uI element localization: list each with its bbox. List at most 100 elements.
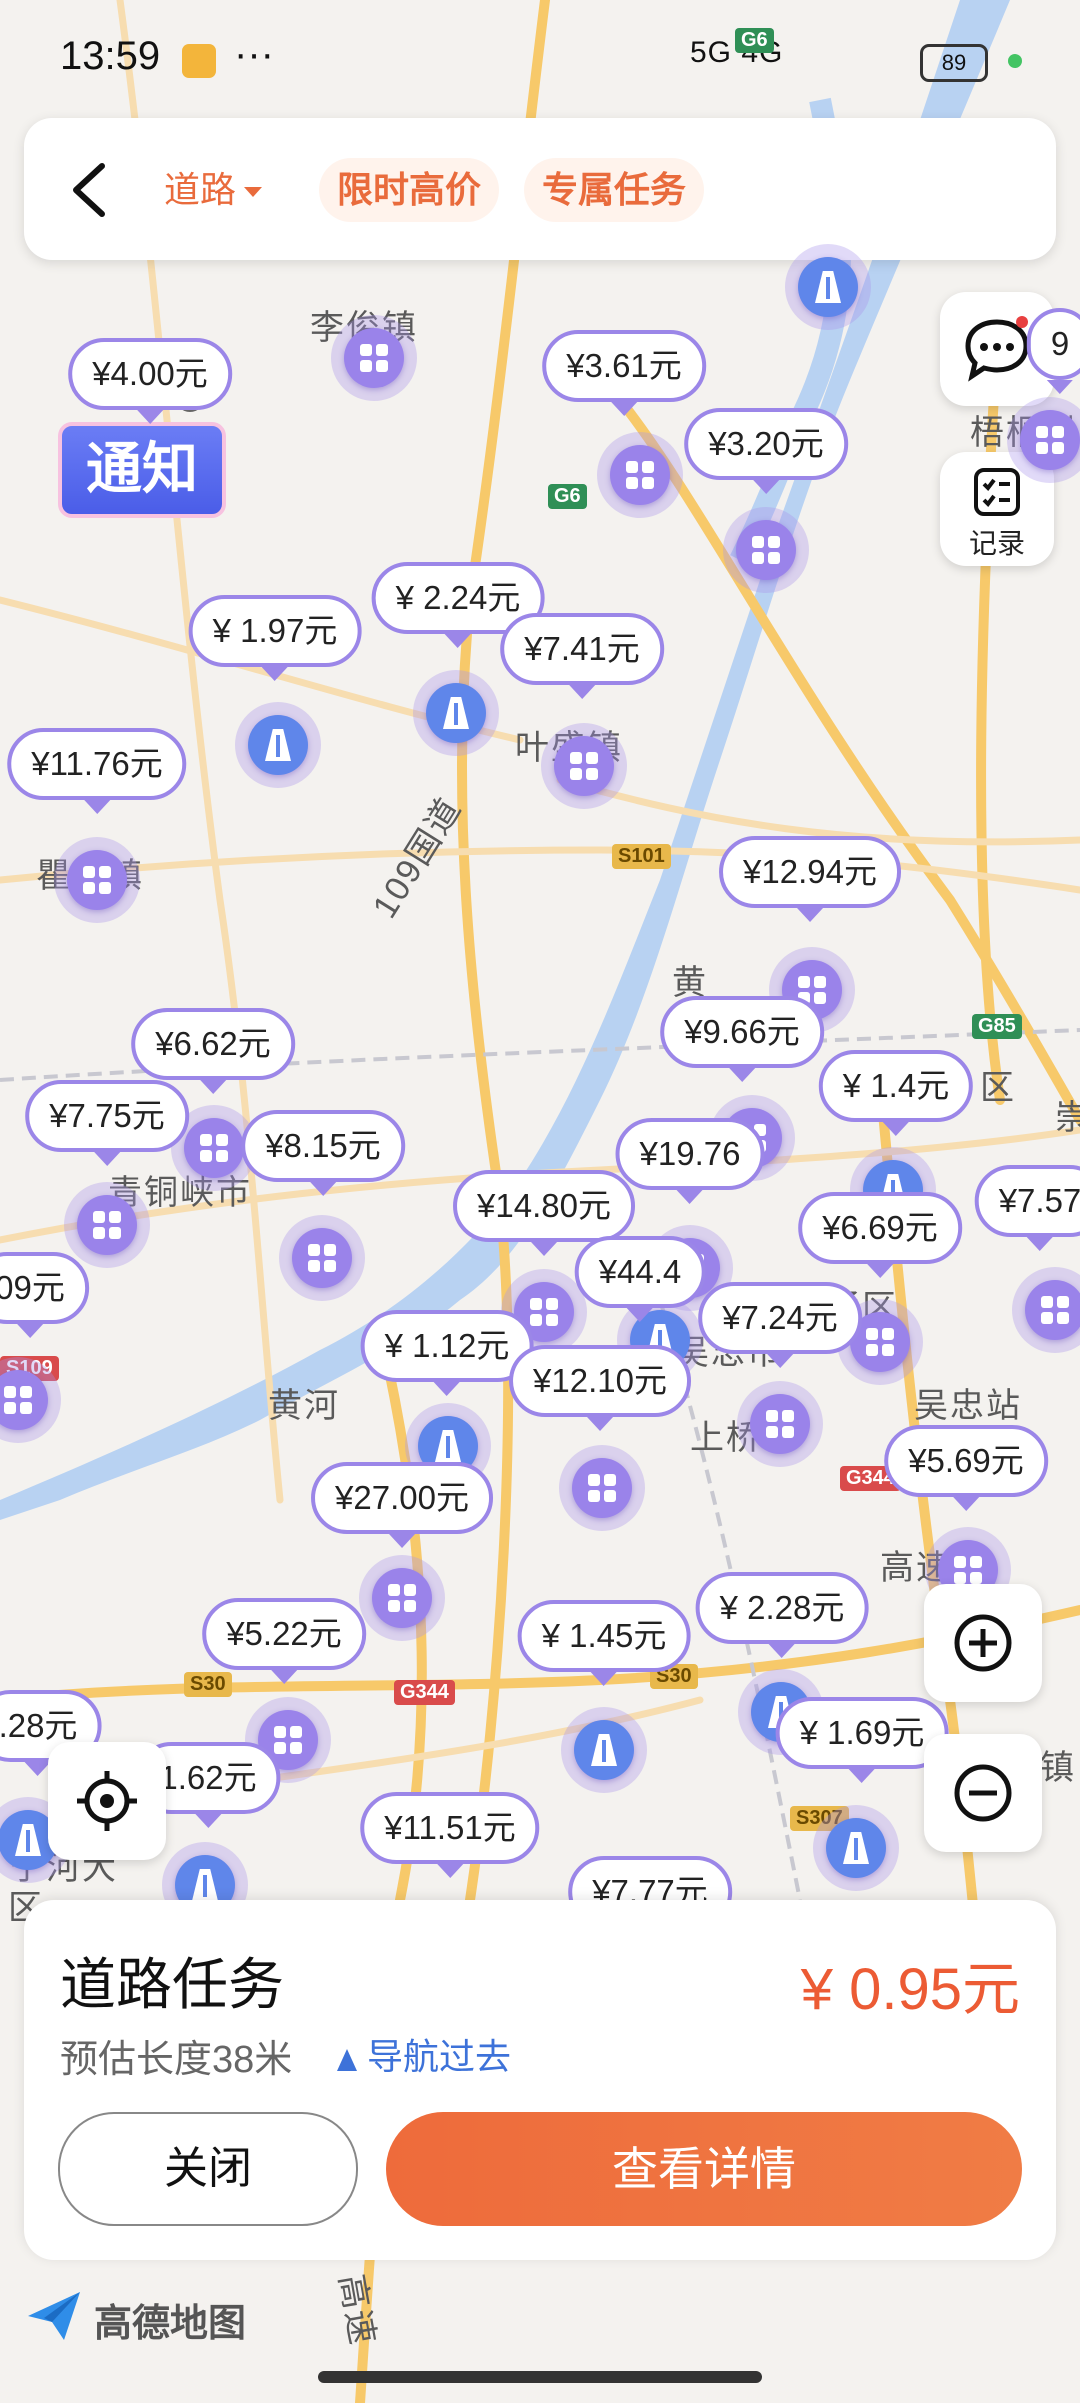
price-bubble[interactable]: 09元 xyxy=(0,1252,89,1338)
price-label: ¥ 1.97元 xyxy=(188,595,362,667)
grid-icon xyxy=(1036,426,1064,454)
area-task-pin[interactable] xyxy=(597,432,683,518)
area-task-pin[interactable] xyxy=(54,837,140,923)
price-bubble[interactable]: ¥8.15元 xyxy=(241,1110,405,1196)
price-bubble[interactable]: ¥7.57 xyxy=(974,1165,1080,1251)
price-label: ¥5.69元 xyxy=(884,1425,1048,1497)
chevron-down-icon xyxy=(244,187,263,198)
area-task-pin[interactable] xyxy=(359,1555,445,1641)
road-task-pin[interactable] xyxy=(813,1805,899,1891)
price-label: 09元 xyxy=(0,1252,89,1324)
records-label: 记录 xyxy=(968,528,1025,559)
area-task-pin[interactable] xyxy=(723,507,809,593)
map-place-label: 镇 xyxy=(1040,1749,1076,1787)
price-bubble[interactable]: ¥3.20元 xyxy=(684,408,848,494)
privacy-dot-icon xyxy=(1008,54,1022,68)
view-details-button[interactable]: 查看详情 xyxy=(386,2112,1022,2226)
close-button[interactable]: 关闭 xyxy=(58,2112,358,2226)
road-shield: G6 xyxy=(548,484,587,509)
price-bubble[interactable]: ¥7.41元 xyxy=(500,613,664,699)
price-bubble[interactable]: ¥7.24元 xyxy=(698,1282,862,1368)
map-place-label: 吴忠站 xyxy=(914,1387,1022,1425)
grid-icon xyxy=(570,752,598,780)
price-bubble[interactable]: ¥19.76 xyxy=(615,1118,765,1204)
price-label: ¥ 1.45元 xyxy=(517,1600,691,1672)
road-task-pin[interactable] xyxy=(561,1707,647,1793)
minus-icon xyxy=(954,1764,1012,1822)
price-bubble[interactable]: ¥ 2.28元 xyxy=(695,1572,869,1658)
bubble-tail xyxy=(753,480,779,494)
back-arrow-icon[interactable] xyxy=(62,158,122,222)
price-bubble[interactable]: ¥9.66元 xyxy=(660,996,824,1082)
road-task-pin[interactable] xyxy=(413,670,499,756)
bubble-tail xyxy=(17,1324,43,1338)
price-bubble[interactable]: ¥ 1.12元 xyxy=(360,1310,534,1396)
price-bubble[interactable]: ¥12.10元 xyxy=(509,1345,691,1431)
checklist-icon xyxy=(974,468,1020,516)
bubble-tail xyxy=(434,1382,460,1396)
price-bubble[interactable]: ¥5.69元 xyxy=(884,1425,1048,1511)
task-detail-sheet: 道路任务 ¥ 0.95元 预估长度38米 导航过去 关闭 查看详情 xyxy=(24,1900,1056,2260)
price-label: ¥8.15元 xyxy=(241,1110,405,1182)
price-bubble[interactable]: ¥6.69元 xyxy=(798,1192,962,1278)
price-bubble[interactable]: ¥ 1.45元 xyxy=(517,1600,691,1686)
road-task-pin[interactable] xyxy=(235,702,321,788)
price-bubble[interactable]: ¥27.00元 xyxy=(311,1462,493,1548)
price-label: ¥19.76 xyxy=(615,1118,765,1190)
area-task-pin[interactable] xyxy=(331,315,417,401)
zoom-in-button[interactable] xyxy=(924,1584,1042,1702)
grid-icon xyxy=(954,1556,982,1584)
grid-icon xyxy=(752,536,780,564)
area-task-pin[interactable] xyxy=(279,1215,365,1301)
bubble-tail xyxy=(83,800,110,814)
road-shield: G344 xyxy=(394,1680,455,1705)
price-label: ¥3.20元 xyxy=(684,408,848,480)
price-bubble[interactable]: ¥12.94元 xyxy=(719,836,901,922)
price-bubble[interactable]: ¥7.75元 xyxy=(25,1080,189,1166)
home-indicator[interactable] xyxy=(318,2371,762,2383)
price-bubble[interactable]: ¥5.22元 xyxy=(202,1598,366,1684)
bubble-tail xyxy=(627,1308,653,1322)
chat-icon xyxy=(965,316,1029,382)
locate-button[interactable] xyxy=(48,1742,166,1860)
notice-text: 通知 xyxy=(58,422,226,518)
road-task-pin[interactable] xyxy=(785,244,871,330)
price-bubble[interactable]: ¥44.4 xyxy=(574,1236,706,1322)
road-shield: G85 xyxy=(972,1014,1022,1039)
price-bubble[interactable]: 9 xyxy=(1026,308,1080,394)
tab-road[interactable]: 道路 xyxy=(164,158,263,222)
bubble-tail xyxy=(1027,1237,1053,1251)
price-label: ¥14.80元 xyxy=(453,1170,635,1242)
bubble-tail xyxy=(436,1864,463,1878)
map-place-label: 区 xyxy=(980,1069,1016,1107)
bubble-tail xyxy=(1046,380,1073,394)
price-bubble[interactable]: ¥ 1.69元 xyxy=(775,1697,949,1783)
tab-limited-high-price[interactable]: 限时高价 xyxy=(319,158,500,222)
navigate-label: 导航过去 xyxy=(367,2036,512,2077)
price-label: ¥6.69元 xyxy=(798,1192,962,1264)
road-shield: S101 xyxy=(612,844,671,869)
price-bubble[interactable]: ¥11.76元 xyxy=(7,728,187,814)
bubble-tail xyxy=(729,1068,755,1082)
area-task-pin[interactable] xyxy=(559,1445,645,1531)
price-label: ¥7.57 xyxy=(974,1165,1080,1237)
price-bubble[interactable]: ¥ 1.97元 xyxy=(188,595,362,681)
zoom-out-button[interactable] xyxy=(924,1734,1042,1852)
top-bar: 道路 限时高价 专属任务 xyxy=(24,118,1056,260)
tab-exclusive-task[interactable]: 专属任务 xyxy=(524,158,705,222)
price-bubble[interactable]: ¥11.51元 xyxy=(360,1792,540,1878)
bubble-tail xyxy=(389,1534,415,1548)
price-label: ¥7.24元 xyxy=(698,1282,862,1354)
navigate-link[interactable]: 导航过去 xyxy=(337,2028,511,2080)
grid-icon xyxy=(388,1584,416,1612)
bubble-tail xyxy=(587,1417,613,1431)
area-task-pin[interactable] xyxy=(737,1381,823,1467)
area-task-pin[interactable] xyxy=(541,723,627,809)
price-bubble[interactable]: ¥4.00元 xyxy=(68,338,232,424)
grid-icon xyxy=(308,1244,336,1272)
price-bubble[interactable]: ¥3.61元 xyxy=(542,330,706,416)
price-bubble[interactable]: ¥ 1.4元 xyxy=(818,1050,974,1136)
grid-icon xyxy=(83,866,111,894)
navigation-arrow-icon xyxy=(337,2049,357,2071)
crosshair-icon xyxy=(77,1771,137,1831)
